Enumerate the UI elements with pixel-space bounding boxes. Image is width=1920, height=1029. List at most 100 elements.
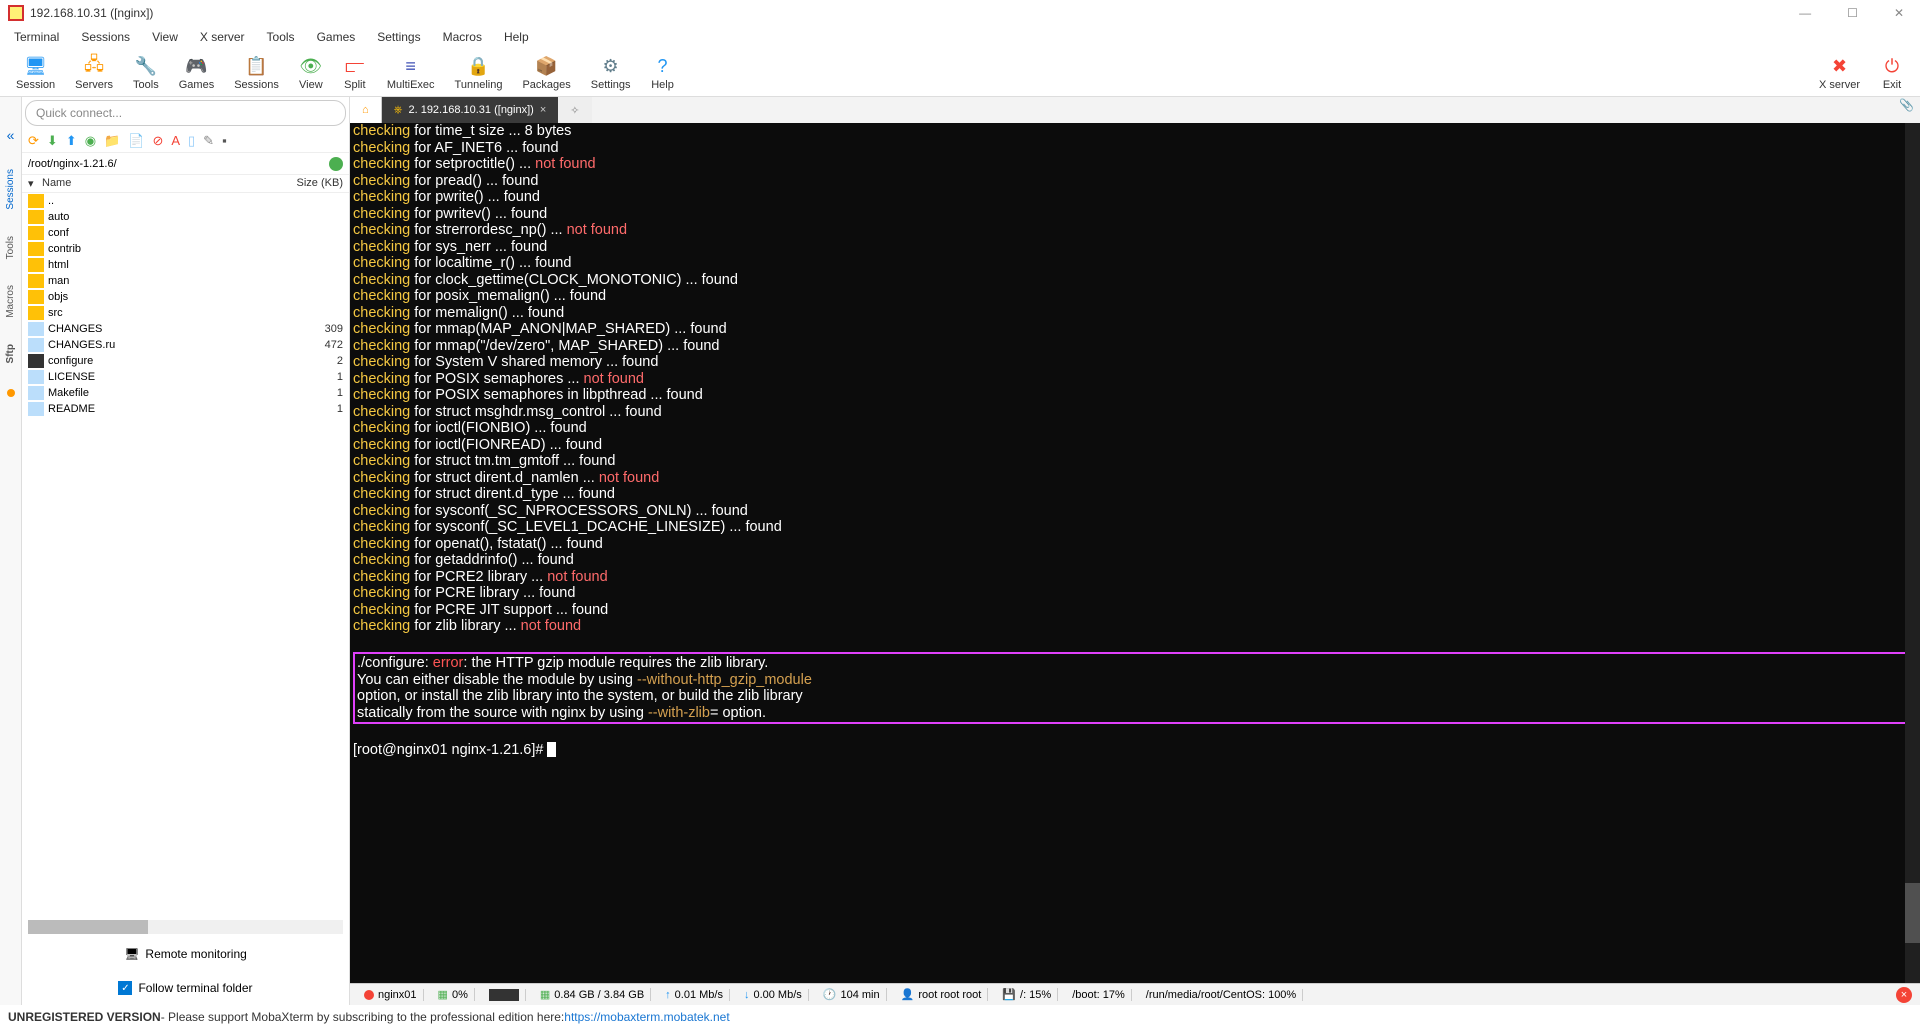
exit-icon: ⏻ bbox=[1880, 55, 1904, 79]
menu-tools[interactable]: Tools bbox=[257, 28, 305, 46]
exec-icon bbox=[28, 354, 44, 368]
horizontal-scrollbar[interactable] bbox=[28, 920, 343, 934]
disk-icon: 💾 bbox=[1002, 988, 1016, 1001]
toolbar-games[interactable]: 🎮Games bbox=[169, 53, 224, 93]
file-row[interactable]: Makefile1 bbox=[22, 385, 349, 401]
text-icon[interactable]: A bbox=[171, 133, 180, 148]
tools-icon: 🔧 bbox=[134, 55, 158, 79]
menu-view[interactable]: View bbox=[142, 28, 188, 46]
tab-home[interactable]: ⌂ bbox=[350, 97, 382, 123]
toolbar-xserver[interactable]: ✖X server bbox=[1809, 53, 1870, 93]
toolbar-tunneling[interactable]: 🔒Tunneling bbox=[445, 53, 513, 93]
servers-icon: 🖧 bbox=[82, 55, 106, 79]
col-size[interactable]: Size (KB) bbox=[273, 177, 343, 190]
toolbar-packages[interactable]: 📦Packages bbox=[512, 53, 580, 93]
file-row[interactable]: src bbox=[22, 305, 349, 321]
status-host: nginx01 bbox=[378, 989, 417, 1001]
back-icon[interactable]: ◉ bbox=[85, 133, 96, 149]
download-icon[interactable]: ⬇ bbox=[47, 133, 58, 149]
multiexec-icon: ≡ bbox=[399, 55, 423, 79]
menu-settings[interactable]: Settings bbox=[367, 28, 430, 46]
quick-connect-input[interactable]: Quick connect... bbox=[25, 100, 346, 126]
tunneling-icon: 🔒 bbox=[466, 55, 490, 79]
status-disk1: /: 15% bbox=[1020, 989, 1051, 1001]
ram-icon: ▦ bbox=[540, 988, 550, 1001]
file-panel: Quick connect... ⟳ ⬇ ⬆ ◉ 📁 📄 ⊘ A ▯ ✎ ▪ ▾… bbox=[22, 97, 350, 1005]
toolbar-sessions[interactable]: 📋Sessions bbox=[224, 53, 289, 93]
user-icon: 👤 bbox=[901, 988, 915, 1001]
folder-icon bbox=[28, 306, 44, 320]
file-row[interactable]: man bbox=[22, 273, 349, 289]
toolbar-settings[interactable]: ⚙Settings bbox=[581, 53, 641, 93]
menu-xserver[interactable]: X server bbox=[190, 28, 255, 46]
menu-sessions[interactable]: Sessions bbox=[71, 28, 140, 46]
tab-new[interactable]: ✧ bbox=[558, 97, 591, 123]
menu-help[interactable]: Help bbox=[494, 28, 539, 46]
toolbar-session[interactable]: 🖥Session bbox=[6, 53, 65, 93]
toolbar-servers[interactable]: 🖧Servers bbox=[65, 53, 123, 93]
toolbar-help[interactable]: ?Help bbox=[641, 53, 685, 93]
path-input[interactable] bbox=[28, 158, 325, 170]
status-time: 104 min bbox=[840, 989, 879, 1001]
col-name[interactable]: Name bbox=[42, 177, 273, 190]
file-row[interactable]: README1 bbox=[22, 401, 349, 417]
footer-link[interactable]: https://mobaxterm.mobatek.net bbox=[564, 1010, 729, 1024]
file-row[interactable]: LICENSE1 bbox=[22, 369, 349, 385]
terminal[interactable]: checking for time_t size ... 8 byteschec… bbox=[350, 123, 1920, 983]
file-row[interactable]: CHANGES.ru472 bbox=[22, 337, 349, 353]
tab-sftp[interactable]: Sftp bbox=[5, 344, 16, 363]
paperclip-icon[interactable]: 📎 bbox=[1899, 98, 1914, 112]
toolbar-split[interactable]: ⫍Split bbox=[333, 53, 377, 93]
upload-icon[interactable]: ⬆ bbox=[66, 133, 77, 149]
toolbar-tools[interactable]: 🔧Tools bbox=[123, 53, 169, 93]
games-icon: 🎮 bbox=[184, 55, 208, 79]
folder-icon bbox=[28, 194, 44, 208]
vertical-scrollbar[interactable] bbox=[1905, 123, 1920, 983]
status-user: root root root bbox=[918, 989, 981, 1001]
tab-tools[interactable]: Tools bbox=[5, 236, 16, 259]
file-row[interactable]: contrib bbox=[22, 241, 349, 257]
file-row[interactable]: html bbox=[22, 257, 349, 273]
edit-icon[interactable]: ✎ bbox=[203, 133, 214, 149]
newfile-icon[interactable]: 📄 bbox=[128, 133, 144, 149]
tab-session[interactable]: ⎈ 2. 192.168.10.31 ([nginx]) × bbox=[382, 97, 559, 123]
close-button[interactable]: ✕ bbox=[1886, 4, 1912, 22]
minimize-button[interactable]: — bbox=[1791, 4, 1819, 22]
file-row[interactable]: .. bbox=[22, 193, 349, 209]
refresh-icon[interactable]: ⟳ bbox=[28, 133, 39, 149]
follow-terminal-checkbox[interactable]: ✓ Follow terminal folder bbox=[30, 974, 341, 1002]
menu-macros[interactable]: Macros bbox=[433, 28, 492, 46]
window-title: 192.168.10.31 ([nginx]) bbox=[30, 6, 153, 20]
file-row[interactable]: configure2 bbox=[22, 353, 349, 369]
toolbar: 🖥Session🖧Servers🔧Tools🎮Games📋Sessions👁Vi… bbox=[0, 49, 1920, 97]
file-row[interactable]: conf bbox=[22, 225, 349, 241]
list-icon[interactable]: ▯ bbox=[188, 133, 195, 149]
file-row[interactable]: objs bbox=[22, 289, 349, 305]
file-row[interactable]: auto bbox=[22, 209, 349, 225]
terminal-icon[interactable]: ▪ bbox=[222, 133, 227, 148]
x server-icon: ✖ bbox=[1828, 55, 1852, 79]
status-dot-icon bbox=[364, 990, 374, 1000]
collapse-icon[interactable]: « bbox=[7, 127, 15, 143]
menu-games[interactable]: Games bbox=[307, 28, 366, 46]
toolbar-exit[interactable]: ⏻Exit bbox=[1870, 53, 1914, 93]
delete-icon[interactable]: ⊘ bbox=[152, 133, 163, 149]
file-row[interactable]: CHANGES309 bbox=[22, 321, 349, 337]
status-close-icon[interactable]: × bbox=[1896, 987, 1912, 1003]
menu-terminal[interactable]: Terminal bbox=[4, 28, 69, 46]
upload-arrow-icon: ↑ bbox=[665, 989, 671, 1001]
app-icon bbox=[8, 5, 24, 21]
settings-icon: ⚙ bbox=[599, 55, 623, 79]
tab-macros[interactable]: Macros bbox=[5, 285, 16, 318]
help-icon: ? bbox=[651, 55, 675, 79]
titlebar: 192.168.10.31 ([nginx]) — ☐ ✕ bbox=[0, 0, 1920, 25]
toolbar-multiexec[interactable]: ≡MultiExec bbox=[377, 53, 445, 93]
toolbar-view[interactable]: 👁View bbox=[289, 53, 333, 93]
tab-close-icon[interactable]: × bbox=[540, 104, 546, 116]
remote-monitoring-button[interactable]: 🖥 Remote monitoring bbox=[30, 940, 341, 968]
tab-sessions[interactable]: Sessions bbox=[5, 169, 16, 210]
folder-icon bbox=[28, 242, 44, 256]
newfolder-icon[interactable]: 📁 bbox=[104, 133, 120, 149]
maximize-button[interactable]: ☐ bbox=[1839, 4, 1866, 22]
packages-icon: 📦 bbox=[535, 55, 559, 79]
